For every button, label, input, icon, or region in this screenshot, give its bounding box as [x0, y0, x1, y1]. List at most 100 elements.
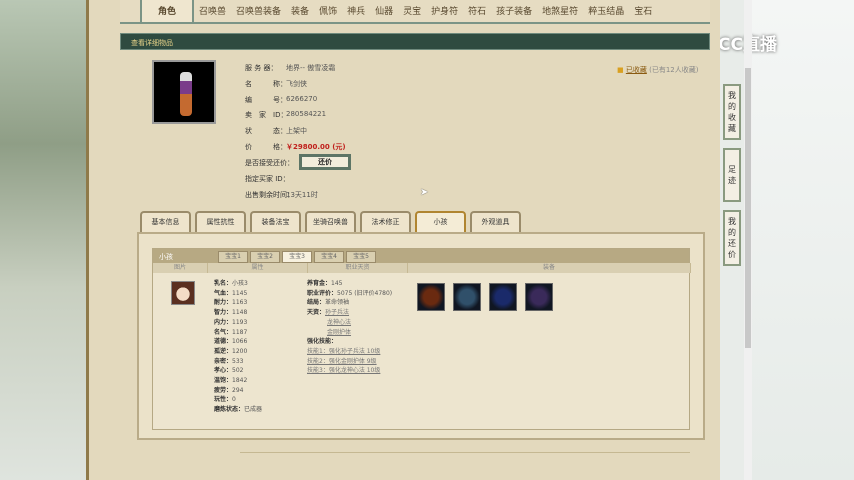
attr-label: 亲密： — [214, 357, 233, 365]
attr-label: 疲劳： — [214, 386, 233, 394]
career-value[interactable]: 龙神心法 — [327, 319, 351, 326]
career-value: 革命领袖 — [325, 299, 350, 307]
child-attribute: 气血：1145 — [214, 289, 247, 299]
info-label: 价 格： — [245, 143, 287, 151]
detail-tab[interactable]: 装备法宝 — [250, 211, 301, 232]
baby-tab[interactable]: 宝宝1 — [218, 251, 248, 263]
attr-value: 1066 — [232, 338, 248, 346]
category-tab[interactable]: 佩饰 — [314, 4, 342, 22]
info-value: 13天11时 — [286, 191, 318, 199]
scrollbar-thumb[interactable] — [745, 68, 751, 348]
attr-value: 502 — [232, 367, 244, 375]
child-attribute: 亲密：533 — [214, 357, 243, 367]
equipment-slot[interactable] — [453, 283, 481, 311]
child-attribute: 温饱：1842 — [214, 376, 247, 386]
info-value: 飞剑侠 — [286, 80, 307, 88]
career-value[interactable]: 技能2：强化金刚护体 9级 — [307, 358, 377, 365]
sidebar-history[interactable]: 足迹 — [723, 148, 741, 202]
career-item: 技能2：强化金刚护体 9级 — [307, 357, 377, 367]
detail-tab[interactable]: 属性抗性 — [195, 211, 246, 232]
attr-label: 气血： — [214, 289, 233, 297]
attr-label: 磨炼状态： — [214, 406, 245, 414]
category-tab[interactable]: 角色 — [140, 0, 195, 22]
category-tab[interactable]: 召唤兽 — [194, 4, 231, 22]
child-attribute: 孤逆：1200 — [214, 347, 247, 357]
attr-label: 智力： — [214, 309, 233, 317]
child-attribute: 乳名：小孩3 — [214, 279, 248, 289]
category-tabs: 角色 召唤兽 召唤兽装备 装备 佩饰 神兵 仙器 灵宝 护身符 符石 孩子装备 地煞星符 粹玉结晶 宝石 — [120, 0, 710, 24]
detail-tab[interactable]: 基本信息 — [140, 211, 191, 232]
child-attribute: 道德：1066 — [214, 337, 247, 347]
career-value[interactable]: 技能3：强化龙神心法 10级 — [307, 367, 380, 374]
child-attribute: 磨炼状态：已成器 — [214, 405, 262, 415]
career-item: 养育金：145 — [307, 279, 342, 289]
career-item: 天资：孙子兵法 — [307, 308, 349, 318]
column-header: 图片 — [153, 263, 208, 273]
favorite-link[interactable]: 已收藏 — [626, 66, 647, 74]
career-value[interactable]: 金刚护体 — [327, 329, 351, 336]
career-label: 结局： — [307, 299, 326, 307]
baby-tab[interactable]: 宝宝5 — [346, 251, 376, 263]
baby-tab[interactable]: 宝宝4 — [314, 251, 344, 263]
detail-tab[interactable]: 小孩 — [415, 211, 466, 232]
child-panel: 小孩 宝宝1 宝宝2 宝宝3 宝宝4 宝宝5 图片 属性 职业天资 装备 乳名：小孩3 气血：114… — [152, 248, 691, 430]
attr-label: 名气： — [214, 328, 233, 336]
child-portrait — [171, 281, 195, 305]
category-tab[interactable]: 神兵 — [342, 4, 370, 22]
info-value: 6266270 — [286, 95, 318, 103]
attr-value: 小孩3 — [232, 280, 248, 287]
category-tab[interactable]: 孩子装备 — [491, 4, 537, 22]
favorite-info: ■ 已收藏 (已有12人收藏) — [617, 65, 698, 75]
column-header: 职业天资 — [308, 263, 408, 273]
attr-value: 1145 — [232, 289, 248, 297]
info-label: 状 态： — [245, 127, 287, 135]
career-item: 技能1：强化孙子兵法 10级 — [307, 347, 380, 357]
attr-label: 孝心： — [214, 367, 233, 375]
favorite-count: (已有12人收藏) — [649, 66, 699, 74]
attr-value: 294 — [232, 386, 244, 394]
career-label: 职业评价： — [307, 289, 338, 297]
attr-label: 乳名： — [214, 280, 233, 287]
attr-value: 1148 — [232, 309, 248, 317]
baby-tab[interactable]: 宝宝2 — [250, 251, 280, 263]
counter-offer-button[interactable]: 还价 — [299, 154, 351, 170]
detail-tabs: 基本信息 属性抗性 装备法宝 坐骑召唤兽 法术修正 小孩 外观道具 — [140, 211, 521, 232]
category-tab[interactable]: 装备 — [286, 4, 314, 22]
career-label: 强化技能： — [307, 338, 338, 346]
divider — [240, 452, 690, 453]
attr-value: 1187 — [232, 328, 248, 336]
category-tab[interactable]: 召唤兽装备 — [231, 4, 286, 22]
category-tab[interactable]: 宝石 — [629, 4, 657, 22]
detail-tab[interactable]: 坐骑召唤兽 — [305, 211, 356, 232]
category-tab[interactable]: 护身符 — [426, 4, 463, 22]
child-attribute: 疲劳：294 — [214, 386, 243, 396]
detail-tab[interactable]: 外观道具 — [470, 211, 521, 232]
career-item: 结局：革命领袖 — [307, 298, 349, 308]
category-tab[interactable]: 粹玉结晶 — [583, 4, 629, 22]
career-item: 技能3：强化龙神心法 10级 — [307, 366, 380, 376]
info-label: 指定买家 ID： — [245, 175, 290, 183]
category-tab[interactable]: 灵宝 — [398, 4, 426, 22]
column-header: 属性 — [208, 263, 308, 273]
baby-tab[interactable]: 宝宝3 — [282, 251, 312, 263]
section-header: 查看详细物品 — [120, 33, 710, 50]
career-item: 职业评价：5075 (旧评价4780) — [307, 289, 392, 299]
category-tab[interactable]: 地煞星符 — [537, 4, 583, 22]
equipment-slot[interactable] — [525, 283, 553, 311]
category-tab[interactable]: 符石 — [463, 4, 491, 22]
career-value[interactable]: 孙子兵法 — [325, 309, 349, 316]
info-label: 卖 家 ID： — [245, 111, 288, 119]
attr-label: 内力： — [214, 318, 233, 326]
equipment-slot[interactable] — [417, 283, 445, 311]
career-value[interactable]: 技能1：强化孙子兵法 10级 — [307, 348, 380, 355]
sidebar-my-offers[interactable]: 我的还价 — [723, 210, 741, 266]
category-tab[interactable]: 仙器 — [370, 4, 398, 22]
detail-tab[interactable]: 法术修正 — [360, 211, 411, 232]
star-icon: ■ — [617, 66, 624, 74]
sidebar-favorites[interactable]: 我的收藏 — [723, 84, 741, 140]
attr-value: 1200 — [232, 347, 248, 355]
info-value: 地界-- 傲雪凌霜 — [286, 64, 336, 72]
info-label: 服 务 器： — [245, 64, 278, 72]
child-attribute: 内力：1193 — [214, 318, 247, 328]
equipment-slot[interactable] — [489, 283, 517, 311]
